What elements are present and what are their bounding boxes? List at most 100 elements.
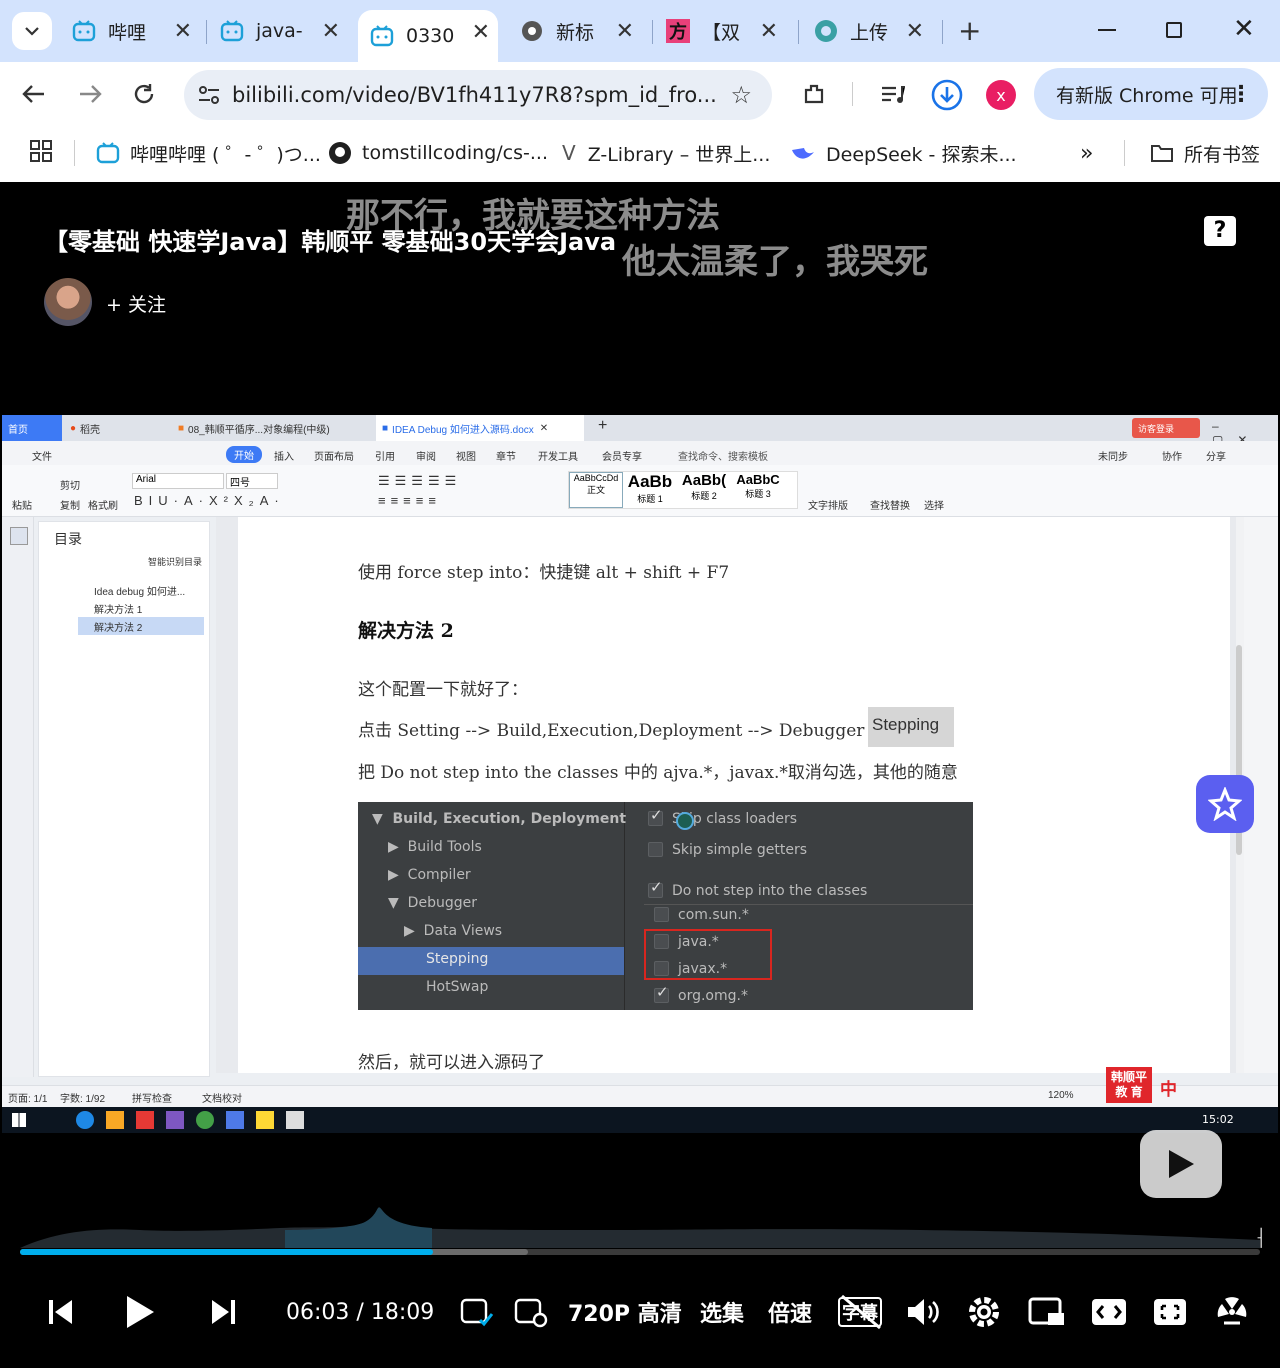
speed-button[interactable]: 倍速 — [768, 1280, 812, 1344]
doc-highlight: Stepping — [868, 707, 954, 747]
ide-settings-screenshot: ▼ Build, Execution, Deployment ▶ Build T… — [358, 802, 973, 1010]
web-fullscreen-icon[interactable] — [1152, 1280, 1188, 1344]
paste-label: 粘贴 — [12, 501, 32, 512]
settings-icon[interactable] — [966, 1280, 1002, 1344]
danmaku-settings-icon[interactable] — [514, 1280, 548, 1344]
next-button[interactable] — [212, 1280, 236, 1344]
play-button[interactable] — [124, 1280, 156, 1344]
star-icon[interactable]: ☆ — [730, 81, 752, 109]
download-icon[interactable] — [930, 78, 964, 112]
tree-node: ▶ Data Views — [404, 923, 503, 939]
menu-devtools: 开发工具 — [538, 452, 578, 463]
help-icon[interactable]: ? — [1204, 216, 1236, 246]
select-label: 选择 — [924, 501, 944, 512]
browser-tab-active[interactable]: 0330 ✕ — [358, 10, 498, 62]
current-time: 06:03 — [286, 1299, 350, 1325]
back-icon[interactable] — [22, 84, 46, 104]
toc-item-selected: 解决方法 2 — [78, 617, 204, 635]
follow-button[interactable]: + 关注 — [106, 290, 166, 317]
tab-title: 哔哩 — [108, 21, 147, 44]
new-tab-button[interactable]: + — [958, 14, 981, 47]
bookmark-bilibili[interactable]: 哔哩哔哩 ( ゜- ゜)つ... — [96, 138, 321, 168]
danmaku-toggle-icon[interactable] — [460, 1280, 494, 1344]
command-search: 查找命令、搜索模板 — [678, 452, 768, 463]
media-controls-icon[interactable] — [880, 84, 906, 106]
close-icon[interactable]: ✕ — [472, 20, 490, 45]
checkbox-label: Do not step into the classes — [672, 883, 868, 899]
status-proof: 文档校对 — [202, 1094, 242, 1105]
zlib-icon: Ⅴ — [562, 141, 576, 165]
all-bookmarks-button[interactable]: 所有书签 — [1150, 138, 1260, 168]
extensions-icon[interactable] — [802, 82, 828, 108]
video-frame-document: 首页 ● 稻壳 ■ 08_韩顺平循序...对象编程(中级) ■ IDEA Debug … — [2, 415, 1278, 1107]
menu-home: 开始 — [226, 446, 262, 463]
time-display: 06:03 / 18:09 — [286, 1299, 435, 1325]
tab-title: 【双 — [702, 21, 741, 44]
profile-avatar[interactable]: x — [986, 80, 1016, 110]
format-painter-label: 格式刷 — [88, 501, 118, 512]
bookmark-github[interactable]: tomstillcoding/cs-... — [328, 138, 548, 168]
status-words: 字数: 1/92 — [60, 1094, 106, 1105]
progress-end-marker-icon: ⸡ — [1254, 1224, 1266, 1248]
close-icon[interactable]: ✕ — [616, 19, 634, 44]
kebab-menu-icon[interactable]: ⋮ — [1230, 82, 1252, 107]
more-bookmarks-button[interactable]: » — [1080, 138, 1093, 168]
font-select: Arial — [132, 473, 224, 489]
prev-button[interactable] — [48, 1280, 72, 1344]
danmaku-comment: 他太温柔了，我哭死 — [622, 242, 928, 282]
volume-icon[interactable] — [906, 1280, 942, 1344]
quality-button[interactable]: 720P 高清 — [568, 1280, 682, 1344]
browser-tab-2[interactable]: java- ✕ — [220, 10, 348, 52]
maximize-icon[interactable] — [1166, 22, 1182, 38]
browser-tab-1[interactable]: 哔哩 ✕ — [72, 10, 200, 52]
total-time: 18:09 — [370, 1299, 435, 1325]
bilibili-icon — [96, 142, 120, 164]
bookmark-zlibrary[interactable]: Ⅴ Z-Library – 世界上... — [562, 138, 770, 168]
bookmark-deepseek[interactable]: DeepSeek - 探索未... — [790, 138, 1017, 168]
toc-item: Idea debug 如何进... — [94, 587, 186, 598]
browser-tab-4[interactable]: 新标 ✕ — [520, 10, 642, 52]
subtitle-button[interactable]: 字幕 — [838, 1280, 882, 1344]
update-chrome-button[interactable]: 有新版 Chrome 可用 ⋮ — [1034, 68, 1268, 120]
minimize-icon[interactable] — [1098, 29, 1116, 31]
wps-home-tab: 首页 — [2, 415, 62, 441]
pip-icon[interactable] — [1028, 1280, 1066, 1344]
close-window-icon[interactable]: ✕ — [1233, 14, 1255, 44]
menu-member: 会员专享 — [602, 452, 642, 463]
tab-title: 新标 — [556, 21, 595, 44]
browser-tab-6[interactable]: 上传 ✕ — [814, 10, 932, 52]
browser-tab-5[interactable]: 方 【双 ✕ — [666, 10, 786, 52]
close-icon[interactable]: ✕ — [760, 19, 778, 44]
cut-label: 剪切 — [60, 481, 80, 492]
episodes-button[interactable]: 选集 — [700, 1280, 744, 1344]
close-icon[interactable]: ✕ — [322, 19, 340, 44]
widescreen-icon[interactable] — [1090, 1280, 1128, 1344]
toc-title: 目录 — [54, 531, 82, 547]
bookmark-label: tomstillcoding/cs-... — [362, 142, 549, 164]
menu-view: 视图 — [456, 452, 476, 463]
close-icon[interactable]: ✕ — [174, 19, 192, 44]
bookmark-label: 哔哩哔哩 ( ゜- ゜)つ... — [130, 143, 321, 166]
forward-icon[interactable] — [78, 84, 102, 104]
folder-icon — [1151, 145, 1173, 162]
site-info-icon[interactable] — [198, 85, 220, 105]
reload-icon[interactable] — [132, 82, 156, 106]
fullscreen-icon[interactable] — [1214, 1280, 1250, 1344]
login-button: 访客登录 — [1132, 418, 1200, 438]
close-icon[interactable]: ✕ — [906, 19, 924, 44]
status-zoom: 120% — [1048, 1090, 1074, 1101]
tab-search-button[interactable] — [12, 12, 52, 50]
tab-strip: 哔哩 ✕ java- ✕ 0330 ✕ 新标 ✕ 方 【双 ✕ 上传 ✕ + ✕ — [0, 0, 1280, 62]
tab-title: 上传 — [850, 21, 889, 44]
tree-node: ▼ Debugger — [388, 895, 477, 911]
play-overlay-icon[interactable] — [1140, 1130, 1222, 1198]
omnibox[interactable]: bilibili.com/video/BV1fh411y7R8?spm_id_f… — [184, 70, 772, 120]
apps-grid-icon[interactable] — [30, 140, 52, 162]
bookmark-label: Z-Library – 世界上... — [587, 143, 771, 166]
chrome-icon — [520, 19, 544, 43]
uploader-avatar[interactable] — [44, 278, 92, 326]
toc-smart: 智能识别目录 — [148, 557, 203, 567]
progress-track[interactable] — [20, 1249, 1260, 1255]
video-frame-taskbar: 15:02 — [2, 1107, 1278, 1133]
copy-label: 复制 — [60, 501, 80, 512]
